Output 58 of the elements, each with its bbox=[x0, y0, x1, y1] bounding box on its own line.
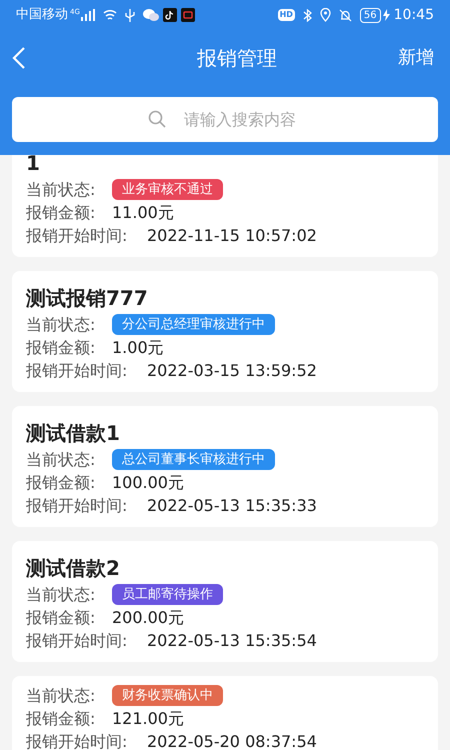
amount-label: 报销金额: bbox=[26, 606, 96, 628]
time-label: 报销开始时间: bbox=[26, 630, 128, 652]
amount-label: 报销金额: bbox=[26, 708, 96, 730]
amount-value: 121.00元 bbox=[112, 708, 184, 730]
wifi-icon bbox=[102, 9, 117, 21]
record-card[interactable]: 测试报销777 当前状态: 分公司总经理审核进行中 报销金额: 1.00元 报销开始时间: 2022-03-15 13:59:52 bbox=[12, 271, 438, 392]
chat-icon bbox=[142, 9, 159, 21]
time-label: 报销开始时间: bbox=[26, 224, 128, 246]
carrier-name: 中国移动 bbox=[16, 6, 68, 24]
amount-value: 200.00元 bbox=[112, 606, 184, 628]
record-title: 测试借款1 bbox=[26, 420, 121, 447]
amount-value: 1.00元 bbox=[112, 336, 164, 358]
status-label: 当前状态: bbox=[26, 584, 96, 606]
status-tag: 分公司总经理审核进行中 bbox=[112, 314, 275, 335]
record-card[interactable]: 1 当前状态: 业务审核不通过 报销金额: 11.00元 报销开始时间: 2022-11-15 10:57:02 bbox=[12, 155, 438, 257]
status-tag: 总公司董事长审核进行中 bbox=[112, 449, 275, 470]
time-value: 2022-11-15 10:57:02 bbox=[147, 224, 317, 246]
back-icon bbox=[12, 46, 26, 70]
status-tag: 财务收票确认中 bbox=[112, 685, 223, 706]
charging-icon bbox=[382, 9, 390, 21]
status-tag: 业务审核不通过 bbox=[112, 179, 223, 200]
clock-time: 10:45 bbox=[394, 6, 434, 24]
location-icon bbox=[320, 8, 331, 22]
record-title: 测试报销777 bbox=[26, 285, 149, 312]
battery-level: 56 bbox=[360, 8, 381, 22]
record-card[interactable]: 测试借款1 当前状态: 总公司董事长审核进行中 报销金额: 100.00元 报销开始时间: 2022-05-13 15:35:33 bbox=[12, 406, 438, 527]
time-value: 2022-05-20 08:37:54 bbox=[147, 730, 317, 750]
hd-label: HD bbox=[278, 9, 295, 21]
app-icon bbox=[162, 8, 177, 22]
usb-icon bbox=[124, 8, 135, 22]
status-label: 当前状态: bbox=[26, 178, 96, 200]
amount-label: 报销金额: bbox=[26, 202, 96, 224]
time-value: 2022-03-15 13:59:52 bbox=[147, 360, 317, 382]
record-card[interactable]: 当前状态: 财务收票确认中 报销金额: 121.00元 报销开始时间: 2022-05-20 08:37:54 bbox=[12, 676, 438, 750]
time-label: 报销开始时间: bbox=[26, 360, 128, 382]
amount-label: 报销金额: bbox=[26, 336, 96, 358]
amount-value: 100.00元 bbox=[112, 472, 184, 494]
time-label: 报销开始时间: bbox=[26, 494, 128, 516]
record-title: 测试借款2 bbox=[26, 555, 121, 582]
app-icon bbox=[180, 8, 195, 22]
amount-value: 11.00元 bbox=[112, 202, 174, 224]
mute-bell-icon bbox=[338, 8, 352, 22]
search-field[interactable]: 请输入搜索内容 bbox=[12, 97, 438, 142]
time-label: 报销开始时间: bbox=[26, 730, 128, 750]
add-button[interactable]: 新增 bbox=[394, 44, 438, 71]
record-title: 1 bbox=[26, 155, 41, 177]
page-title: 报销管理 bbox=[196, 44, 278, 72]
record-card[interactable]: 测试借款2 当前状态: 员工邮寄待操作 报销金额: 200.00元 报销开始时间: 2022-05-13 15:35:54 bbox=[12, 541, 438, 662]
amount-label: 报销金额: bbox=[26, 472, 96, 494]
status-label: 当前状态: bbox=[26, 684, 96, 706]
signal-icon bbox=[80, 9, 95, 21]
status-label: 当前状态: bbox=[26, 448, 96, 470]
time-value: 2022-05-13 15:35:33 bbox=[147, 494, 317, 516]
status-label: 当前状态: bbox=[26, 314, 96, 336]
status-tag: 员工邮寄待操作 bbox=[112, 584, 223, 605]
search-icon bbox=[148, 110, 166, 128]
time-value: 2022-05-13 15:35:54 bbox=[147, 630, 317, 652]
bluetooth-icon bbox=[302, 8, 312, 22]
